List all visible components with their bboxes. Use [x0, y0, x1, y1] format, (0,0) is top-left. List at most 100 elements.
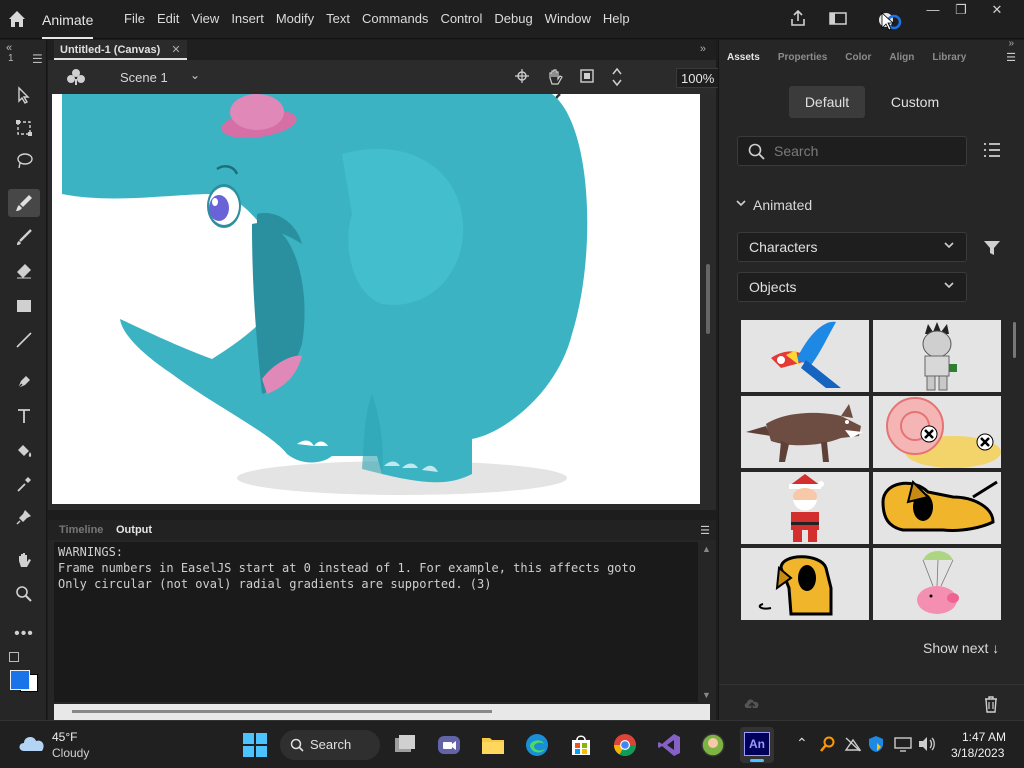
store-icon[interactable] [568, 732, 594, 758]
share-icon[interactable] [788, 8, 808, 28]
close-button[interactable]: ✕ [982, 2, 1012, 18]
section-animated[interactable]: Animated [753, 197, 812, 213]
elephant-artwork[interactable] [52, 94, 700, 504]
tab-timeline[interactable]: Timeline [59, 524, 103, 536]
segment-custom[interactable]: Custom [877, 86, 953, 118]
asset-grid-scrollbar[interactable] [1013, 322, 1016, 358]
lasso-tool-icon[interactable] [8, 147, 40, 175]
clock-time[interactable]: 1:47 AM [962, 730, 1006, 744]
edge-icon[interactable] [524, 732, 550, 758]
menu-text[interactable]: Text [320, 11, 356, 26]
paint-bucket-tool-icon[interactable] [8, 436, 40, 464]
animate-taskbar-button[interactable]: An [740, 727, 774, 763]
taskbar-search[interactable]: Search [280, 730, 380, 760]
asset-snail[interactable] [873, 396, 1001, 468]
toolbar-menu-icon[interactable]: ☰ [32, 52, 43, 66]
panel-menu-icon[interactable]: ☰ [700, 524, 710, 537]
brush-tool-icon[interactable] [8, 189, 40, 217]
home-icon[interactable] [6, 8, 28, 30]
tab-assets[interactable]: Assets [727, 52, 760, 63]
asset-mummy[interactable] [873, 320, 1001, 392]
asset-santa[interactable] [741, 472, 869, 544]
tab-output[interactable]: Output [116, 524, 152, 536]
scene-name[interactable]: Scene 1 [120, 70, 168, 85]
clip-canvas-icon[interactable] [579, 68, 595, 84]
weather-desc[interactable]: Cloudy [52, 746, 89, 760]
asset-pig-parachute[interactable] [873, 548, 1001, 620]
pen-tool-icon[interactable] [8, 368, 40, 396]
collapse-doc-icon[interactable]: » [700, 43, 706, 55]
filter-objects[interactable]: Objects [737, 272, 967, 302]
right-panel-menu-icon[interactable]: ☰ [1006, 51, 1016, 64]
asset-dog-lying[interactable] [873, 472, 1001, 544]
file-explorer-icon[interactable] [480, 732, 506, 758]
more-tools-icon[interactable]: ••• [8, 620, 40, 648]
filter-characters[interactable]: Characters [737, 232, 967, 262]
windows-start-icon[interactable] [242, 732, 268, 758]
line-tool-icon[interactable] [8, 326, 40, 354]
segment-default[interactable]: Default [789, 86, 865, 118]
output-console[interactable]: WARNINGS: Frame numbers in EaselJS start … [54, 542, 698, 702]
close-tab-icon[interactable]: ✕ [171, 44, 180, 56]
text-tool-icon[interactable] [8, 402, 40, 430]
app-avatar-icon[interactable] [700, 732, 726, 758]
menu-window[interactable]: Window [539, 11, 597, 26]
menu-commands[interactable]: Commands [356, 11, 434, 26]
menu-debug[interactable]: Debug [488, 11, 538, 26]
selection-tool-icon[interactable] [8, 81, 40, 109]
asset-wolf[interactable] [741, 396, 869, 468]
menu-file[interactable]: File [118, 11, 151, 26]
tab-color[interactable]: Color [845, 52, 871, 63]
menu-help[interactable]: Help [597, 11, 636, 26]
vertical-scrollbar[interactable] [706, 264, 710, 334]
search-tray-icon[interactable] [820, 736, 836, 752]
clock-date[interactable]: 3/18/2023 [951, 746, 1004, 760]
restore-button[interactable]: ❐ [946, 2, 976, 18]
weather-cloud-icon[interactable] [18, 733, 46, 753]
workspace-icon[interactable] [828, 8, 848, 28]
swap-colors-icon[interactable] [9, 652, 19, 662]
show-next-link[interactable]: Show next ↓ [923, 640, 999, 656]
cloud-upload-icon[interactable] [743, 696, 761, 712]
collapse-right-icon[interactable]: » [1008, 38, 1014, 49]
menu-insert[interactable]: Insert [225, 11, 270, 26]
paint-brush-tool-icon[interactable] [8, 223, 40, 251]
security-shield-icon[interactable] [868, 735, 884, 753]
eyedropper-tool-icon[interactable] [8, 470, 40, 498]
tab-align[interactable]: Align [889, 52, 914, 63]
visual-studio-icon[interactable] [656, 732, 682, 758]
display-icon[interactable] [894, 736, 912, 752]
tab-library[interactable]: Library [932, 52, 966, 63]
volume-icon[interactable] [918, 736, 936, 752]
pin-tool-icon[interactable] [8, 503, 40, 531]
delete-icon[interactable] [983, 695, 999, 713]
minimize-button[interactable]: — [918, 2, 948, 18]
rectangle-tool-icon[interactable] [8, 292, 40, 320]
weather-temp[interactable]: 45°F [52, 730, 77, 744]
chrome-icon[interactable] [612, 732, 638, 758]
hand-tool-icon[interactable] [8, 546, 40, 574]
tray-chevron-icon[interactable]: ⌃ [796, 735, 808, 752]
output-hscroll[interactable] [54, 704, 710, 720]
filter-icon[interactable] [983, 239, 1001, 257]
asset-search-field[interactable] [737, 136, 967, 166]
asset-dog-sitting[interactable] [741, 548, 869, 620]
output-vscroll[interactable]: ▲ ▼ [700, 542, 712, 702]
zoom-stepper-icon[interactable] [611, 66, 623, 88]
menu-view[interactable]: View [185, 11, 225, 26]
document-tab[interactable]: Untitled-1 (Canvas) ✕ [54, 40, 187, 60]
chevron-down-icon[interactable] [735, 197, 747, 209]
list-view-icon[interactable] [983, 141, 1001, 159]
rotate-stage-icon[interactable] [546, 68, 564, 86]
scene-dropdown-icon[interactable]: ⌄ [190, 68, 200, 82]
asset-parrot[interactable] [741, 320, 869, 392]
menu-control[interactable]: Control [434, 11, 488, 26]
task-view-icon[interactable] [392, 732, 418, 758]
canvas[interactable] [52, 94, 700, 504]
network-off-icon[interactable] [844, 736, 862, 752]
teams-chat-icon[interactable] [436, 732, 462, 758]
search-input[interactable] [774, 142, 954, 160]
menu-edit[interactable]: Edit [151, 11, 185, 26]
menu-modify[interactable]: Modify [270, 11, 320, 26]
eraser-tool-icon[interactable] [8, 257, 40, 285]
